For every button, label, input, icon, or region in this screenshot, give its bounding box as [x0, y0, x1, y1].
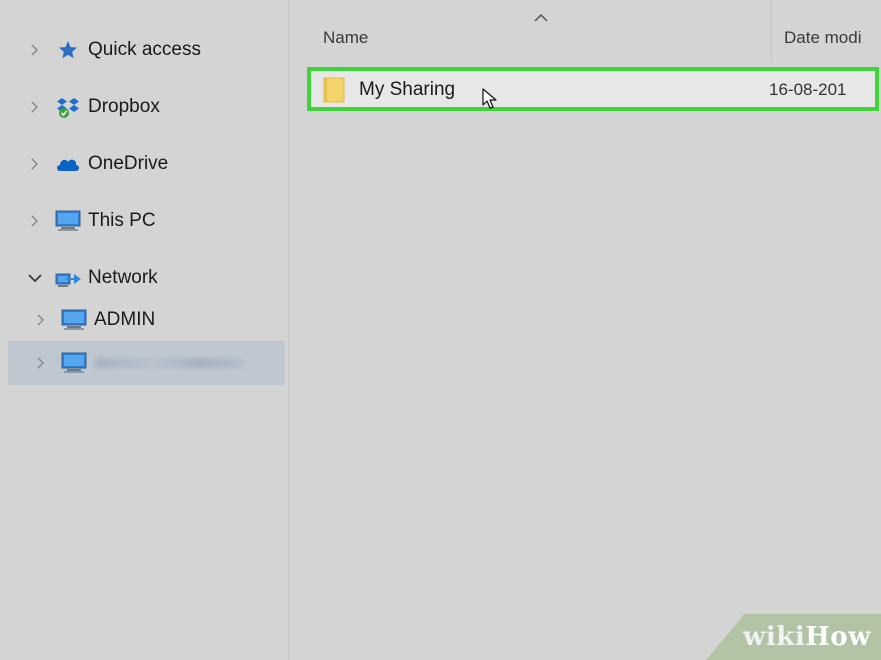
star-icon	[54, 38, 82, 62]
file-row-my-sharing[interactable]: My Sharing 16-08-201	[307, 67, 879, 111]
network-icon	[54, 266, 82, 290]
sidebar-item-admin[interactable]: ADMIN	[34, 298, 155, 342]
chevron-down-icon[interactable]	[28, 271, 42, 285]
chevron-right-icon[interactable]	[28, 214, 42, 228]
mouse-pointer-icon	[482, 88, 500, 115]
chevron-right-icon[interactable]	[28, 100, 42, 114]
column-header-row: Name Date modi	[289, 0, 881, 64]
chevron-right-icon[interactable]	[34, 313, 48, 327]
computer-icon	[60, 351, 88, 375]
sidebar-item-dropbox[interactable]: Dropbox	[28, 85, 160, 129]
sidebar-item-network-computer[interactable]	[34, 341, 244, 385]
sidebar-item-label: This PC	[88, 210, 156, 231]
sidebar-item-network[interactable]: Network	[28, 256, 158, 300]
watermark-text: wikiHow	[743, 622, 871, 652]
watermark-part-how: How	[805, 622, 871, 652]
chevron-right-icon[interactable]	[28, 157, 42, 171]
sidebar-item-label: Network	[88, 267, 158, 288]
sidebar-item-onedrive[interactable]: OneDrive	[28, 142, 168, 186]
blurred-computer-name	[94, 358, 244, 368]
sidebar-item-this-pc[interactable]: This PC	[28, 199, 156, 243]
computer-icon	[60, 308, 88, 332]
column-header-name[interactable]: Name	[323, 28, 368, 48]
computer-icon	[54, 209, 82, 233]
onedrive-cloud-icon	[54, 152, 82, 176]
dropbox-icon	[54, 95, 82, 119]
sidebar-item-label: ADMIN	[94, 309, 156, 330]
file-list-pane: Name Date modi My Sharing 16-08-201	[289, 0, 881, 660]
chevron-right-icon[interactable]	[34, 356, 48, 370]
sort-ascending-icon	[534, 9, 548, 27]
watermark-part-wiki: wiki	[743, 622, 806, 652]
sidebar-item-label: OneDrive	[88, 153, 169, 174]
sidebar-item-label: Dropbox	[88, 96, 160, 117]
folder-icon	[323, 77, 345, 108]
column-separator[interactable]	[771, 0, 772, 62]
file-name: My Sharing	[359, 79, 456, 100]
column-header-date-modified[interactable]: Date modi	[784, 28, 861, 48]
sidebar-item-label: Quick access	[88, 39, 201, 60]
file-date-modified: 16-08-201	[769, 80, 847, 99]
chevron-right-icon[interactable]	[28, 43, 42, 57]
navigation-pane: Quick access Dropbox OneDrive This PC Ne…	[0, 0, 288, 660]
sidebar-item-quick-access[interactable]: Quick access	[28, 28, 201, 72]
